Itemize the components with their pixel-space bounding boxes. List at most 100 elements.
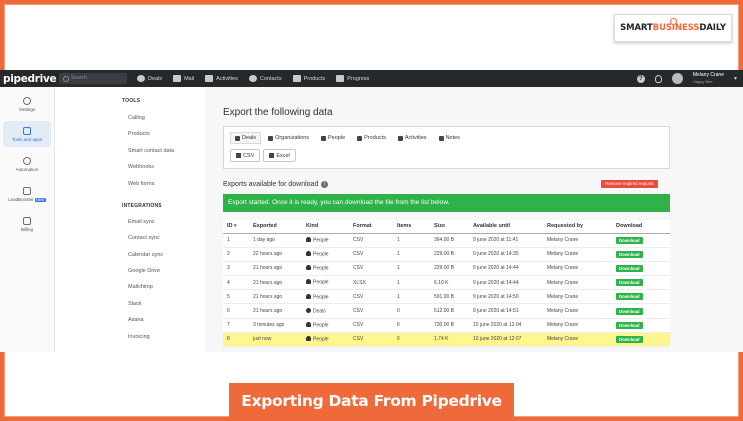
sidenav-item[interactable]: Contact sync: [128, 235, 160, 241]
download-button[interactable]: Download: [616, 307, 643, 315]
cell-exported: 1 day ago: [249, 233, 302, 248]
person-icon: [306, 265, 311, 271]
column-header-id[interactable]: ID ▾: [223, 220, 249, 234]
cell-exported: 21 hours ago: [249, 289, 302, 305]
cell-exported: 21 hours ago: [249, 275, 302, 291]
tab-activities[interactable]: Activities: [393, 132, 432, 144]
download-button[interactable]: Download: [616, 264, 643, 272]
user-name: Melany Crane: [692, 72, 724, 78]
cell-requested-by: Melany Crane: [543, 233, 612, 248]
nav-products[interactable]: Products: [292, 75, 325, 82]
sidenav-item[interactable]: Google Drive: [128, 268, 160, 274]
cell-download: Download: [612, 261, 670, 277]
avatar[interactable]: [671, 73, 683, 84]
sidenav-item[interactable]: Asana: [128, 317, 144, 323]
tab-deals[interactable]: Deals: [230, 132, 262, 144]
pipedrive-logo[interactable]: pipedrive: [3, 73, 57, 85]
leftnav-label: Billing: [20, 226, 33, 232]
leftnav-billing[interactable]: Billing: [3, 211, 51, 237]
cell-kind: People: [302, 318, 349, 333]
tab-notes[interactable]: Notes: [434, 132, 465, 144]
cell-available-until: 10 june 2020 at 12:04: [469, 318, 543, 333]
nav-deals[interactable]: Deals: [137, 75, 162, 82]
sidenav-item[interactable]: Webhooks: [128, 164, 154, 170]
new-badge: NEW: [34, 197, 46, 202]
search-input[interactable]: Search: [59, 73, 127, 84]
leftnav-leadbooster[interactable]: LeadBooster NEW: [3, 181, 51, 207]
cell-exported: 22 hours ago: [249, 247, 302, 262]
automation-icon: [23, 156, 31, 165]
download-button[interactable]: Download: [616, 279, 643, 287]
help-icon[interactable]: ?: [636, 74, 645, 83]
person-icon: [306, 293, 311, 299]
nav-activities[interactable]: Activities: [205, 75, 238, 82]
export-started-banner: Export started. Once it is ready, you ca…: [223, 194, 670, 212]
nav-progress[interactable]: Progress: [336, 75, 369, 82]
trend-icon: [336, 75, 345, 82]
brand-business: BUSINESS: [652, 23, 700, 33]
tab-products[interactable]: Products: [352, 132, 391, 144]
sidenav-item[interactable]: Web forms: [128, 181, 155, 187]
dollar-icon: [137, 75, 145, 82]
bulb-icon: [670, 18, 677, 25]
brand-smart: SMART: [620, 23, 653, 33]
column-header: Format: [349, 220, 393, 234]
download-button[interactable]: Download: [616, 293, 643, 301]
download-button[interactable]: Download: [616, 335, 643, 343]
nav-mail[interactable]: Mail: [173, 75, 194, 82]
leftnav-label: Automation: [15, 166, 39, 172]
chevron-down-icon[interactable]: ▾: [734, 75, 737, 82]
lightbulb-icon[interactable]: [654, 74, 662, 83]
nav-contacts[interactable]: Contacts: [248, 75, 282, 82]
download-button[interactable]: Download: [616, 250, 643, 258]
sidenav-item[interactable]: Mailchimp: [128, 284, 153, 290]
cell-kind: Deals: [302, 303, 349, 319]
sidenav-item[interactable]: Calendar sync: [128, 252, 163, 258]
box-icon: [292, 75, 301, 82]
cell-exported: 21 hours ago: [249, 261, 302, 277]
integrations-section-title: INTEGRATIONS: [122, 203, 162, 209]
cell-id: 2: [223, 247, 249, 262]
info-icon[interactable]: i: [321, 181, 329, 188]
cell-items: 0: [393, 303, 430, 319]
export-csv-button[interactable]: CSV: [230, 149, 261, 162]
cell-format: CSV: [349, 303, 393, 319]
sidenav-item[interactable]: Products: [128, 131, 150, 137]
download-icon: [236, 153, 241, 158]
leftnav-automation[interactable]: Automation: [3, 151, 51, 177]
tab-label: Products: [364, 135, 386, 141]
smartbusinessdaily-logo: SMART BUSINESS DAILY: [614, 14, 732, 42]
sidenav-item[interactable]: Slack: [128, 301, 141, 307]
phone-icon: [397, 135, 403, 141]
brand-daily: DAILY: [699, 23, 726, 33]
cell-format: CSV: [349, 318, 393, 333]
cell-size: 512.00 B: [430, 303, 469, 319]
cell-kind: People: [302, 247, 349, 262]
dollar-icon: [235, 135, 240, 141]
tab-people[interactable]: People: [316, 132, 350, 144]
remove-expired-exports-button[interactable]: Remove expired exports: [601, 180, 658, 188]
sidenav-item[interactable]: Invoicing: [128, 334, 150, 340]
column-header: Exported: [249, 220, 302, 234]
leftnav-settings[interactable]: Settings: [3, 91, 51, 117]
export-excel-button[interactable]: Excel: [263, 149, 296, 162]
download-button[interactable]: Download: [616, 321, 643, 329]
leftnav-tools-and-apps[interactable]: Tools and apps: [3, 121, 51, 147]
format-buttons: CSV Excel: [230, 149, 296, 162]
cell-available-until: 9 june 2020 at 11:41: [469, 233, 543, 248]
tab-organizations[interactable]: Organizations: [263, 132, 314, 144]
download-button[interactable]: Download: [616, 236, 643, 244]
cell-download: Download: [612, 318, 670, 333]
sidenav-item[interactable]: Calling: [128, 115, 145, 121]
cell-download: Download: [612, 289, 670, 305]
cell-id: 7: [223, 318, 249, 333]
cell-requested-by: Melany Crane: [543, 303, 612, 319]
cell-requested-by: Melany Crane: [543, 261, 612, 277]
cell-id: 1: [223, 233, 249, 248]
cell-items: 6: [393, 318, 430, 333]
user-menu[interactable]: Melany Crane Happy Bee: [692, 72, 724, 84]
sidenav-item[interactable]: Smart contact data: [128, 148, 174, 154]
cell-items: 1: [393, 275, 430, 291]
billing-icon: [23, 216, 31, 225]
sidenav-item[interactable]: Email sync: [128, 219, 155, 225]
